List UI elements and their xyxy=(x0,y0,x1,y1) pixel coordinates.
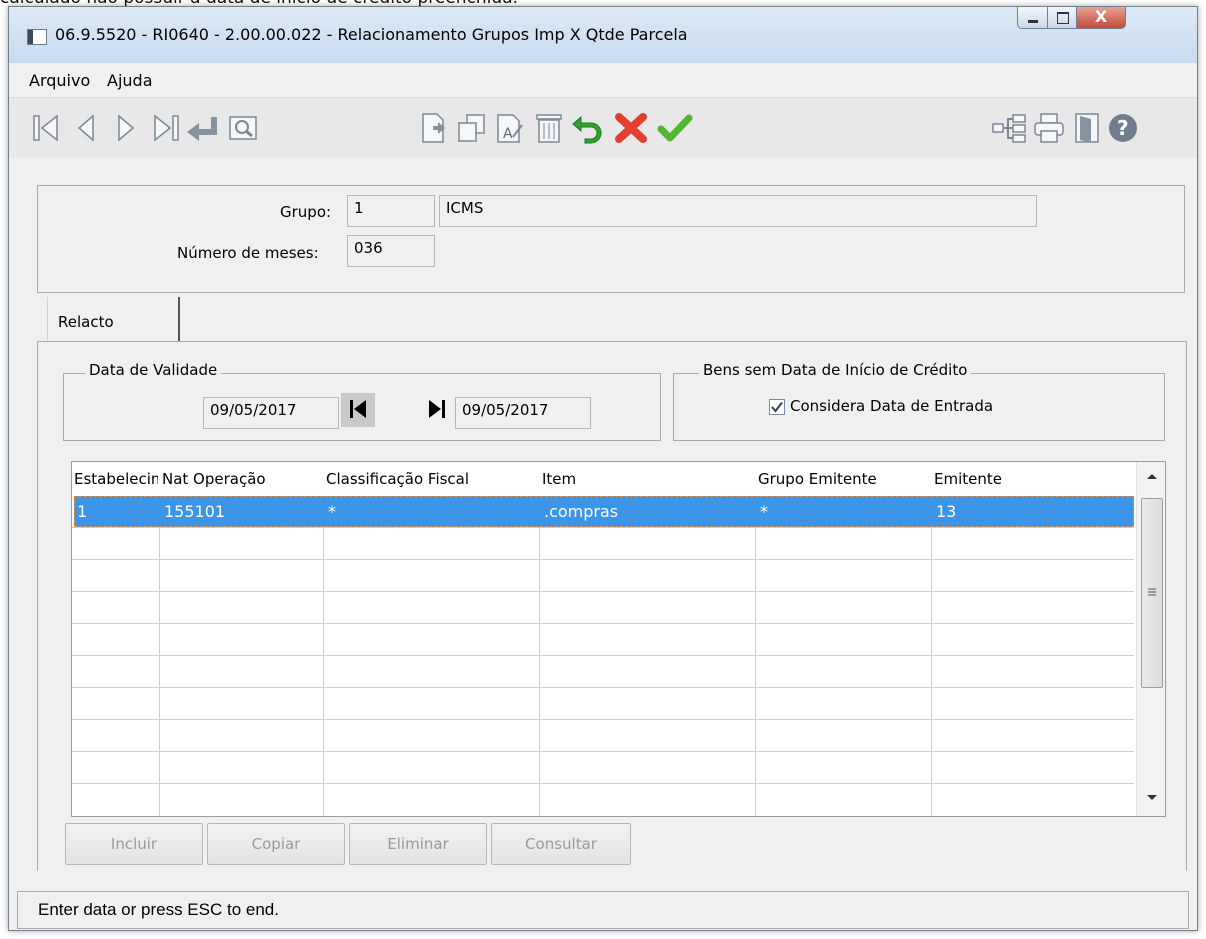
checkmark-icon xyxy=(771,401,783,413)
row-divider xyxy=(72,623,1134,624)
app-icon xyxy=(27,29,47,45)
vertical-scrollbar[interactable] xyxy=(1136,462,1165,816)
consultar-button[interactable]: Consultar xyxy=(491,823,631,865)
copiar-button[interactable]: Copiar xyxy=(207,823,345,865)
grupo-label: Grupo: xyxy=(280,203,332,221)
column-divider xyxy=(323,496,324,816)
row-divider xyxy=(72,559,1134,560)
column-header-item[interactable]: Item xyxy=(540,462,754,496)
cancel-icon[interactable] xyxy=(613,111,649,145)
row-divider xyxy=(72,687,1134,688)
help-icon[interactable]: ? xyxy=(1107,111,1139,145)
column-divider xyxy=(539,496,540,816)
column-header-classificacao-fiscal[interactable]: Classificação Fiscal xyxy=(324,462,538,496)
close-icon: X xyxy=(1094,7,1108,26)
validade-last-button[interactable] xyxy=(421,393,455,427)
skip-back-icon xyxy=(350,400,366,418)
incluir-button[interactable]: Incluir xyxy=(65,823,203,865)
column-header-nat-operacao[interactable]: Nat Operação xyxy=(160,462,322,496)
window-title: 06.9.5520 - RI0640 - 2.00.00.022 - Relac… xyxy=(55,25,688,44)
row-divider xyxy=(72,655,1134,656)
last-record-icon[interactable] xyxy=(149,111,181,145)
title-bar: 06.9.5520 - RI0640 - 2.00.00.022 - Relac… xyxy=(9,7,1197,64)
data-grid: Estabelecimento Nat Operação Classificaç… xyxy=(71,461,1166,817)
scroll-up-icon[interactable] xyxy=(1146,472,1158,480)
new-record-icon[interactable] xyxy=(417,111,449,145)
eliminar-button[interactable]: Eliminar xyxy=(349,823,487,865)
bens-legend: Bens sem Data de Início de Crédito xyxy=(699,361,972,379)
validade-first-button[interactable] xyxy=(341,393,375,427)
status-text: Enter data or press ESC to end. xyxy=(38,900,279,919)
cell-classificacao-fiscal: * xyxy=(328,502,336,521)
tab-relacto[interactable]: Relacto xyxy=(47,297,180,341)
row-divider xyxy=(72,719,1134,720)
grip-icon xyxy=(1148,588,1156,596)
considera-label: Considera Data de Entrada xyxy=(790,397,994,415)
copy-record-icon[interactable] xyxy=(455,111,487,145)
column-header-emitente[interactable]: Emitente xyxy=(932,462,1132,496)
application-window: 06.9.5520 - RI0640 - 2.00.00.022 - Relac… xyxy=(8,6,1198,931)
menu-ajuda[interactable]: Ajuda xyxy=(107,71,153,90)
exit-icon[interactable] xyxy=(1071,111,1103,145)
confirm-icon[interactable] xyxy=(657,111,693,145)
table-row[interactable]: 1 155101 * .compras * 13 xyxy=(74,496,1134,527)
cell-emitente: 13 xyxy=(936,502,957,521)
row-divider xyxy=(72,527,1134,528)
menu-bar xyxy=(9,63,1197,91)
delete-record-icon[interactable] xyxy=(533,111,565,145)
considera-checkbox[interactable] xyxy=(769,399,785,415)
close-button[interactable]: X xyxy=(1076,7,1126,29)
first-record-icon[interactable] xyxy=(31,111,63,145)
data-validade-legend: Data de Validade xyxy=(85,361,222,379)
undo-icon[interactable] xyxy=(571,111,607,145)
edit-record-icon[interactable]: A xyxy=(493,111,525,145)
status-bar: Enter data or press ESC to end. xyxy=(17,891,1189,929)
column-divider xyxy=(931,496,932,816)
search-icon[interactable] xyxy=(227,111,259,145)
column-header-estabelecimento[interactable]: Estabelecimento xyxy=(72,462,158,496)
minimize-button[interactable] xyxy=(1017,7,1048,29)
svg-text:A: A xyxy=(503,126,513,142)
row-divider xyxy=(72,591,1134,592)
validade-start-field[interactable]: 09/05/2017 xyxy=(203,397,339,429)
cell-item: .compras xyxy=(544,502,619,521)
svg-text:?: ? xyxy=(1117,116,1129,140)
column-divider xyxy=(159,496,160,816)
column-header-grupo-emitente[interactable]: Grupo Emitente xyxy=(756,462,930,496)
previous-record-icon[interactable] xyxy=(71,111,103,145)
meses-label: Número de meses: xyxy=(177,244,319,262)
grupo-code-field[interactable]: 1 xyxy=(347,195,435,227)
scrollbar-thumb[interactable] xyxy=(1141,498,1163,688)
cell-nat-operacao: 155101 xyxy=(164,502,226,521)
next-record-icon[interactable] xyxy=(109,111,141,145)
skip-forward-icon xyxy=(429,400,445,418)
row-divider xyxy=(72,783,1134,784)
validade-end-field[interactable]: 09/05/2017 xyxy=(455,397,591,429)
scroll-down-icon[interactable] xyxy=(1146,794,1158,802)
go-to-icon[interactable] xyxy=(185,111,221,145)
tab-relacto-label: Relacto xyxy=(58,313,114,331)
menu-arquivo[interactable]: Arquivo xyxy=(29,71,90,90)
tree-icon[interactable] xyxy=(991,111,1027,145)
print-icon[interactable] xyxy=(1033,111,1065,145)
cell-grupo-emitente: * xyxy=(760,502,768,521)
grupo-description-field: ICMS xyxy=(439,195,1037,227)
column-divider xyxy=(755,496,756,816)
row-divider xyxy=(72,751,1134,752)
cell-estabelecimento: 1 xyxy=(77,502,88,521)
maximize-button[interactable] xyxy=(1047,7,1077,29)
meses-field[interactable]: 036 xyxy=(347,235,435,267)
